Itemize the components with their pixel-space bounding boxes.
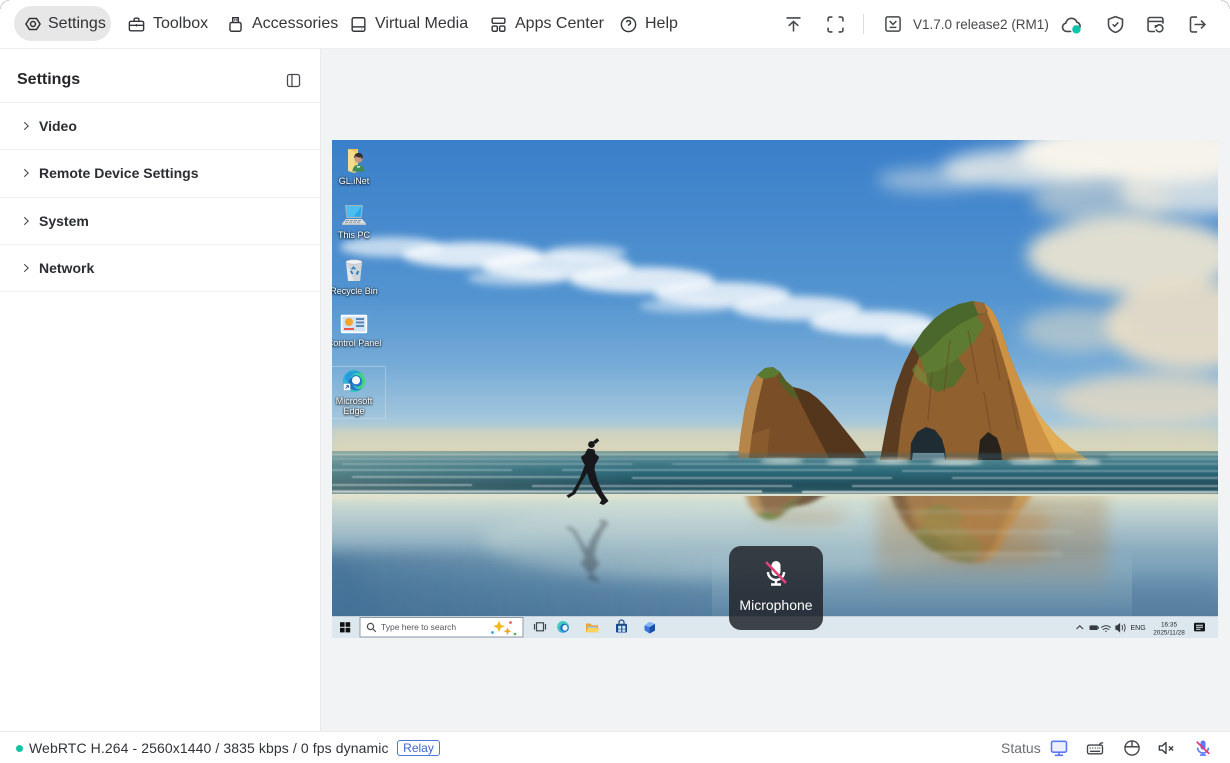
svg-text:ENG: ENG	[1131, 625, 1146, 632]
svg-text:16:35: 16:35	[1161, 622, 1177, 629]
svg-text:2025/11/28: 2025/11/28	[1153, 629, 1185, 636]
svg-text:Type here to search: Type here to search	[381, 622, 456, 632]
